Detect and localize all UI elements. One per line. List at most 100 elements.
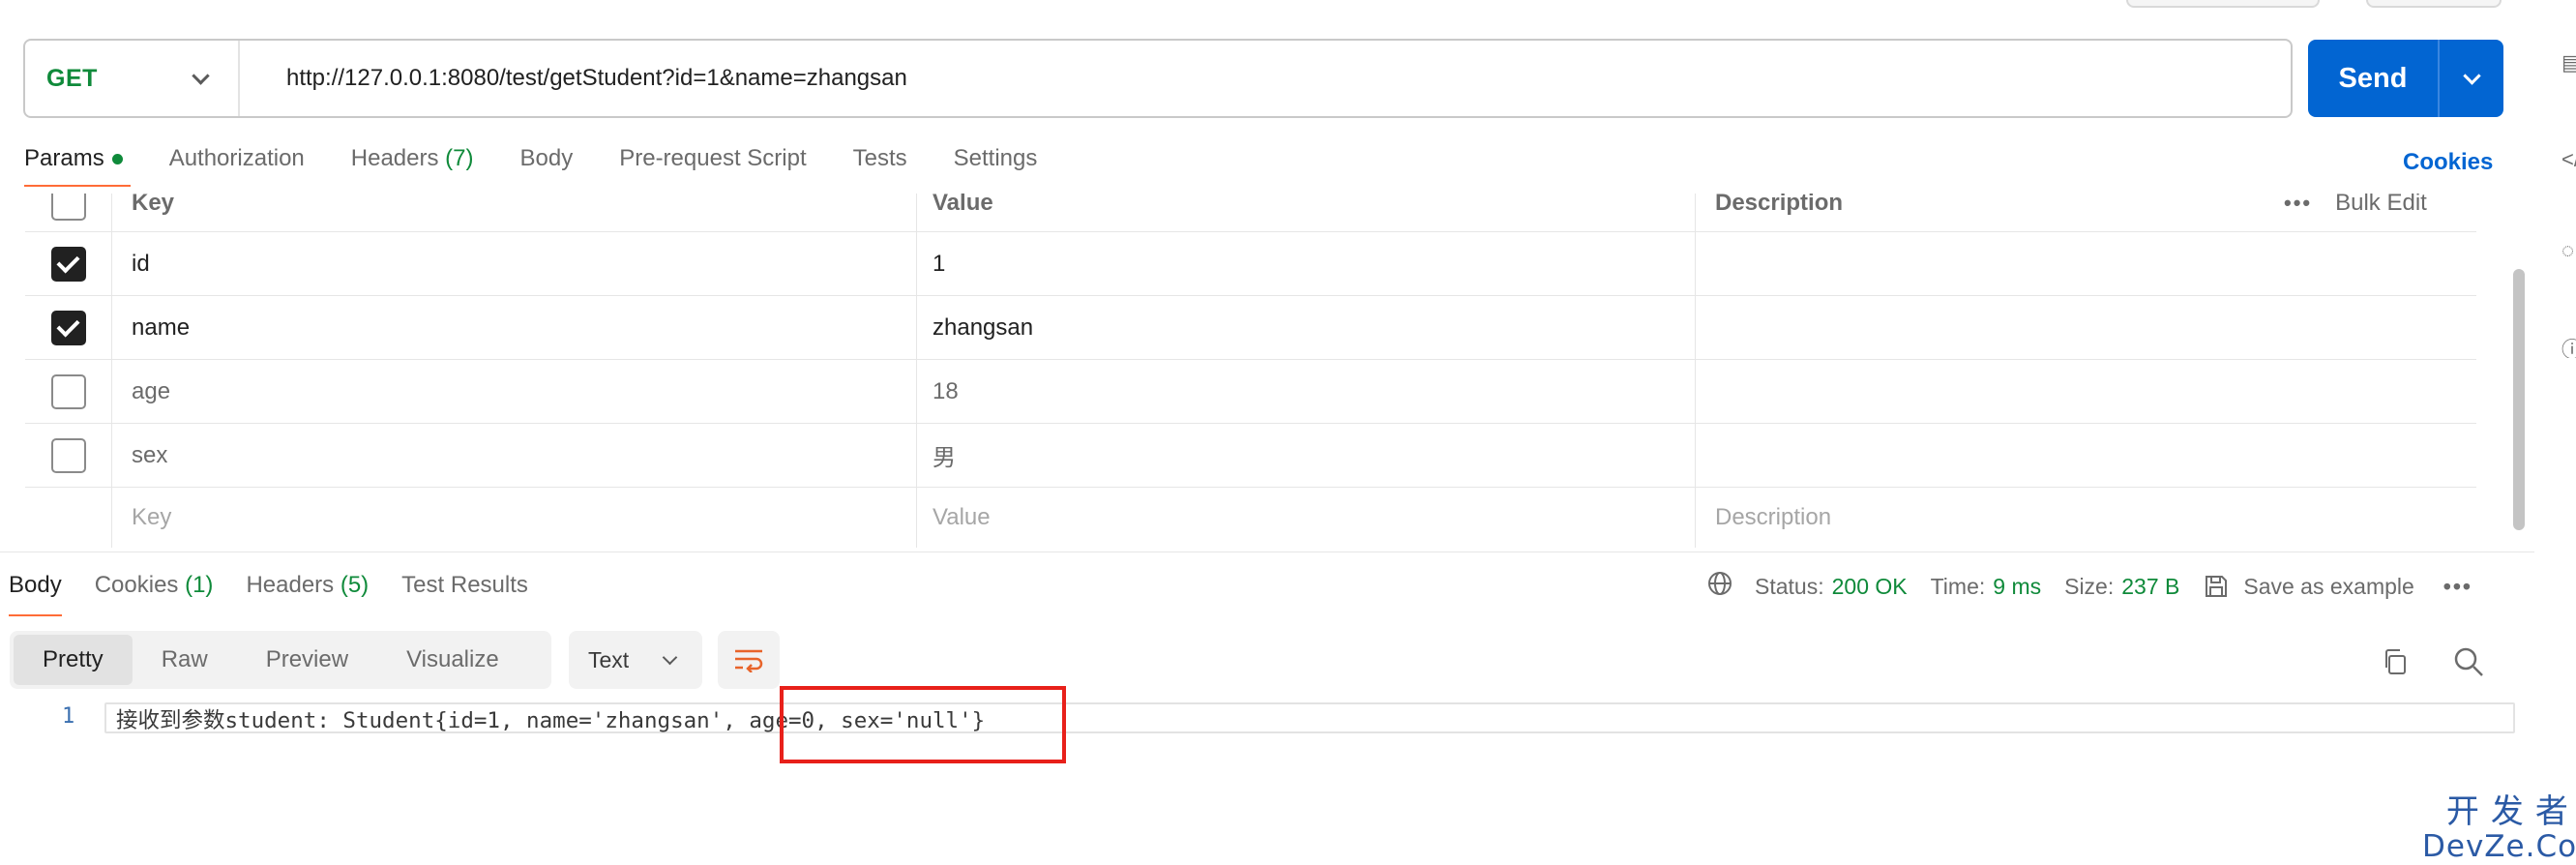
param-row: age 18	[25, 360, 2476, 424]
param-description[interactable]	[1696, 360, 2476, 423]
bulk-edit-link[interactable]: Bulk Edit	[2335, 194, 2427, 217]
select-all-checkbox[interactable]	[50, 194, 86, 221]
tab-label: Cookies	[94, 572, 179, 598]
send-button[interactable]: Send	[2308, 40, 2440, 117]
search-icon[interactable]	[2449, 642, 2488, 681]
params-table: Key Value Description ••• Bulk Edit id 1…	[25, 194, 2476, 552]
watermark-cn: 开发者	[2445, 792, 2576, 831]
copy-icon[interactable]	[2376, 642, 2414, 681]
new-param-description[interactable]: Description	[1696, 488, 2476, 548]
more-options-icon[interactable]: •••	[2284, 194, 2312, 216]
params-header-row: Key Value Description ••• Bulk Edit	[25, 194, 2476, 232]
url-input[interactable]	[240, 41, 2291, 116]
method-select[interactable]: GET	[25, 41, 240, 116]
tab-label: Pre-request Script	[619, 145, 807, 171]
more-options-icon[interactable]: •••	[2443, 574, 2472, 600]
param-description[interactable]	[1696, 424, 2476, 487]
param-description[interactable]	[1696, 296, 2476, 359]
tab-count: (5)	[340, 572, 370, 598]
globe-icon[interactable]	[1706, 570, 1733, 603]
save-as-example-button[interactable]: Save as example	[2203, 573, 2414, 600]
param-checkbox-cell	[25, 424, 112, 487]
tab-tests[interactable]: Tests	[853, 145, 907, 186]
wrap-icon	[735, 649, 763, 672]
method-label: GET	[46, 64, 98, 92]
tab-authorization[interactable]: Authorization	[169, 145, 305, 186]
tab-label: Settings	[953, 145, 1038, 171]
chevron-down-icon	[662, 649, 678, 665]
response-body-viewer[interactable]: 1 接收到参数student: Student{id=1, name='zhan…	[0, 702, 2515, 733]
request-tabs: Params Authorization Headers (7) Body Pr…	[24, 145, 1083, 194]
param-row: name zhangsan	[25, 296, 2476, 360]
param-key[interactable]: sex	[112, 424, 917, 487]
tab-headers[interactable]: Headers (7)	[351, 145, 474, 186]
format-pretty[interactable]: Pretty	[14, 635, 133, 685]
format-raw[interactable]: Raw	[133, 635, 237, 685]
response-tab-headers[interactable]: Headers (5)	[246, 572, 369, 612]
tab-label: Params	[24, 145, 104, 171]
param-key[interactable]: age	[112, 360, 917, 423]
watermark-logo: 开发者 DevZe.CoM	[2422, 795, 2576, 862]
send-button-group: Send	[2308, 40, 2503, 117]
status-label: Status:	[1755, 573, 1824, 599]
response-bar: Body Cookies (1) Headers (5) Test Result…	[0, 552, 2534, 619]
save-as-example-label: Save as example	[2243, 573, 2414, 599]
param-checkbox-cell	[25, 488, 112, 548]
param-checkbox-cell	[25, 360, 112, 423]
param-key[interactable]: name	[112, 296, 917, 359]
save-icon	[2206, 576, 2228, 597]
tab-params[interactable]: Params	[24, 145, 131, 187]
tab-label: Tests	[852, 145, 907, 171]
param-checkbox[interactable]	[50, 437, 86, 473]
code-icon[interactable]: </	[2561, 147, 2576, 172]
info-icon[interactable]: ⓘ	[2561, 333, 2576, 358]
param-row: id 1	[25, 232, 2476, 296]
response-tab-test-results[interactable]: Test Results	[401, 572, 528, 612]
response-tabs: Body Cookies (1) Headers (5) Test Result…	[9, 572, 561, 616]
response-body-text: 接收到参数student: Student{id=1, name='zhangs…	[116, 708, 986, 733]
top-toolbar-button[interactable]	[2126, 0, 2320, 8]
size-value[interactable]: 237 B	[2121, 574, 2179, 600]
tab-body[interactable]: Body	[520, 145, 574, 186]
response-tab-cookies[interactable]: Cookies (1)	[95, 572, 214, 612]
param-value[interactable]: zhangsan	[917, 296, 1696, 359]
param-checkbox[interactable]	[50, 310, 86, 345]
format-segmented-control: Pretty Raw Preview Visualize	[10, 631, 551, 689]
language-label: Text	[588, 646, 630, 672]
param-key[interactable]: id	[112, 232, 917, 295]
new-param-key[interactable]: Key	[112, 488, 917, 548]
response-tab-body[interactable]: Body	[9, 572, 62, 616]
params-active-dot	[111, 154, 123, 165]
tab-label: Body	[9, 572, 62, 598]
status-value[interactable]: 200 OK	[1832, 574, 1908, 600]
select-all-cell	[25, 194, 112, 231]
param-checkbox-cell	[25, 296, 112, 359]
param-checkbox[interactable]	[50, 373, 86, 409]
tab-pre-request-script[interactable]: Pre-request Script	[619, 145, 806, 186]
param-value[interactable]: 1	[917, 232, 1696, 295]
column-header-value: Value	[917, 194, 1696, 231]
cookies-link[interactable]: Cookies	[2403, 149, 2493, 176]
size-label: Size:	[2064, 573, 2115, 599]
chevron-down-icon	[2462, 66, 2481, 85]
new-param-value[interactable]: Value	[917, 488, 1696, 548]
watermark-en: DevZe.CoM	[2422, 829, 2576, 864]
param-checkbox[interactable]	[50, 246, 86, 282]
param-value[interactable]: 18	[917, 360, 1696, 423]
vertical-scrollbar[interactable]	[2513, 269, 2525, 530]
format-visualize[interactable]: Visualize	[377, 635, 528, 685]
send-options-button[interactable]	[2440, 40, 2503, 117]
param-new-row: Key Value Description	[25, 488, 2476, 548]
time-value[interactable]: 9 ms	[1993, 574, 2041, 600]
param-description[interactable]	[1696, 232, 2476, 295]
tab-count: (7)	[445, 145, 474, 171]
tab-settings[interactable]: Settings	[954, 145, 1038, 186]
param-value[interactable]: 男	[917, 424, 1696, 487]
comments-icon[interactable]: ◌	[2561, 238, 2576, 263]
documentation-icon[interactable]: ▤	[2561, 50, 2576, 75]
format-preview[interactable]: Preview	[237, 635, 377, 685]
wrap-lines-button[interactable]	[718, 631, 780, 689]
response-status: Status: 200 OK Time: 9 ms Size: 237 B Sa…	[1706, 570, 2472, 603]
language-select[interactable]: Text	[569, 631, 702, 689]
top-toolbar-toggle[interactable]	[2366, 0, 2502, 8]
